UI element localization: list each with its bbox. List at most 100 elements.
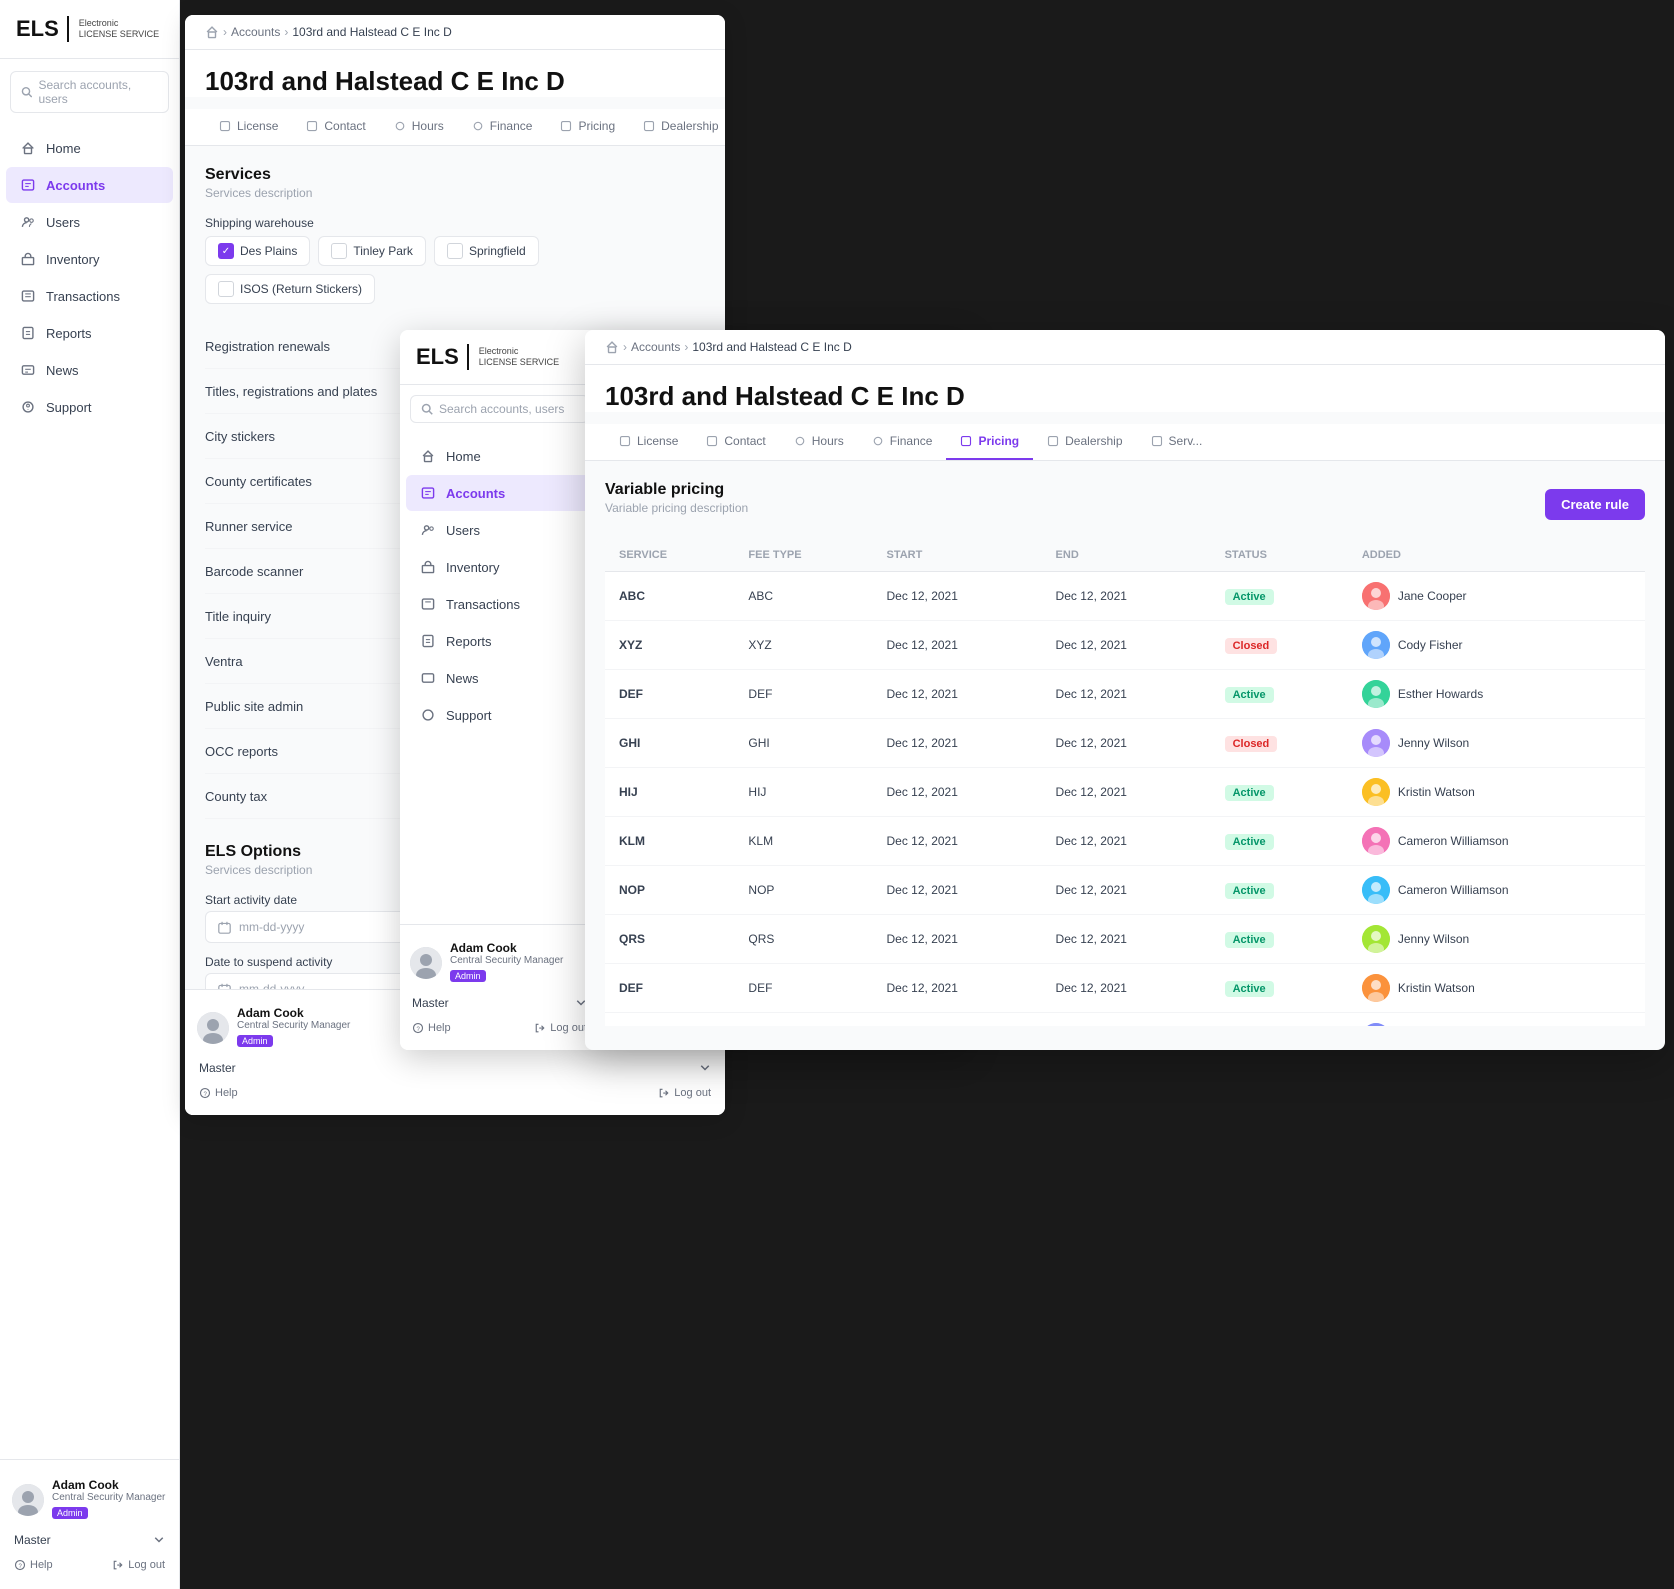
master-label: Master — [14, 1533, 51, 1547]
win2-nav-home[interactable]: Home — [406, 438, 593, 474]
cell-fee-type: HIJ — [734, 768, 872, 817]
tab-contact[interactable]: Contact — [292, 109, 379, 145]
win2-nav-inventory[interactable]: Inventory — [406, 549, 593, 585]
win2-user-role: Central Security Manager — [450, 955, 589, 966]
tab-pricing[interactable]: Pricing — [546, 109, 629, 145]
cell-fee-type: DEF — [734, 964, 872, 1013]
table-row[interactable]: NOP NOP Dec 12, 2021 Dec 12, 2021 Active… — [605, 866, 1645, 915]
win3-tab-contact[interactable]: Contact — [692, 424, 779, 460]
logout-link[interactable]: Log out — [112, 1559, 165, 1571]
home-breadcrumb-icon[interactable] — [205, 25, 219, 39]
table-row[interactable]: DEF DEF Dec 12, 2021 Dec 12, 2021 Active… — [605, 964, 1645, 1013]
added-user-name: Jenny Wilson — [1398, 932, 1469, 946]
tab-finance[interactable]: Finance — [458, 109, 547, 145]
win3-tab-finance[interactable]: Finance — [858, 424, 947, 460]
win3-tab-services[interactable]: Serv... — [1137, 424, 1217, 460]
sidebar-item-accounts[interactable]: Accounts — [6, 167, 173, 203]
tab-license[interactable]: License — [205, 109, 292, 145]
sidebar-item-transactions[interactable]: Transactions — [6, 278, 173, 314]
sidebar-item-news[interactable]: News — [6, 352, 173, 388]
table-row[interactable]: QRS QRS Dec 12, 2021 Dec 12, 2021 Active… — [605, 915, 1645, 964]
win1-master-label: Master — [199, 1061, 236, 1075]
added-user-name: Cameron Williamson — [1398, 834, 1509, 848]
cell-added: Kristin Watson — [1348, 768, 1645, 817]
win2-logout-icon — [534, 1022, 546, 1034]
cell-fee-type: NOP — [734, 866, 872, 915]
win2-help-link[interactable]: ? Help — [412, 1022, 451, 1034]
sidebar-item-label-accounts: Accounts — [46, 178, 105, 193]
sidebar-item-support[interactable]: Support — [6, 389, 173, 425]
sidebar-item-label-home: Home — [46, 141, 81, 156]
win3-tab-license[interactable]: License — [605, 424, 692, 460]
win1-logout-icon — [658, 1087, 670, 1099]
table-row[interactable]: HIJ HIJ Dec 12, 2021 Dec 12, 2021 Active… — [605, 768, 1645, 817]
win1-logout-link[interactable]: Log out — [658, 1087, 711, 1099]
cell-fee-type: DEF — [734, 670, 872, 719]
win3-tab-dealership[interactable]: Dealership — [1033, 424, 1136, 460]
sidebar-item-label-users: Users — [46, 215, 80, 230]
win3-home-icon[interactable] — [605, 340, 619, 354]
checkbox-tinley-park[interactable]: Tinley Park — [318, 236, 426, 266]
win3-tab-pricing[interactable]: Pricing — [946, 424, 1033, 460]
win2-nav-reports[interactable]: Reports — [406, 623, 593, 659]
cell-status: Active — [1211, 915, 1348, 964]
win1-help-link[interactable]: ? Help — [199, 1087, 238, 1099]
win2-nav-news[interactable]: News — [406, 660, 593, 696]
tab-hours[interactable]: Hours — [380, 109, 458, 145]
cell-added: Jane Cooper — [1348, 572, 1645, 621]
cell-added: Jenny Wilson — [1348, 719, 1645, 768]
added-user-name: Jane Cooper — [1398, 589, 1467, 603]
win1-help-icon: ? — [199, 1087, 211, 1099]
win2-nav-users[interactable]: Users — [406, 512, 593, 548]
users-icon — [20, 214, 36, 230]
col-service: SERVICE — [605, 539, 734, 572]
create-rule-button[interactable]: Create rule — [1545, 489, 1645, 520]
search-bar[interactable]: Search accounts, users — [10, 71, 169, 113]
table-row[interactable]: KLM KLM Dec 12, 2021 Dec 12, 2021 Active… — [605, 817, 1645, 866]
expand-icon[interactable] — [153, 1534, 165, 1546]
win1-title-area: 103rd and Halstead C E Inc D — [185, 50, 725, 97]
breadcrumb-accounts[interactable]: Accounts — [231, 25, 280, 39]
pricing-title: Variable pricing — [605, 481, 748, 499]
win2-search[interactable]: Search accounts, users — [410, 395, 589, 423]
cell-service: DEF — [605, 670, 734, 719]
sidebar-item-inventory[interactable]: Inventory — [6, 241, 173, 277]
license-tab-icon — [219, 120, 231, 132]
cell-end: Dec 12, 2021 — [1042, 1013, 1211, 1027]
table-row[interactable]: DEF DEF Dec 12, 2021 Dec 12, 2021 Active… — [605, 670, 1645, 719]
win2-nav-support[interactable]: Support — [406, 697, 593, 733]
sidebar-item-users[interactable]: Users — [6, 204, 173, 240]
checkbox-isos[interactable]: ISOS (Return Stickers) — [205, 274, 375, 304]
cell-service: DEF — [605, 964, 734, 1013]
table-row[interactable]: GHI GHI Dec 12, 2021 Dec 12, 2021 Active… — [605, 1013, 1645, 1027]
help-link[interactable]: ? Help — [14, 1559, 53, 1571]
win2-accounts-icon — [420, 485, 436, 501]
win3-breadcrumb-accounts[interactable]: Accounts — [631, 340, 680, 354]
checkbox-springfield[interactable]: Springfield — [434, 236, 539, 266]
win2-nav-accounts[interactable]: Accounts — [406, 475, 593, 511]
win3-services-icon — [1151, 435, 1163, 447]
cell-status: Active — [1211, 1013, 1348, 1027]
col-added: ADDED — [1348, 539, 1645, 572]
win1-expand-icon[interactable] — [699, 1062, 711, 1074]
sidebar-item-home[interactable]: Home — [6, 130, 173, 166]
win3-tab-hours[interactable]: Hours — [780, 424, 858, 460]
table-row[interactable]: GHI GHI Dec 12, 2021 Dec 12, 2021 Closed… — [605, 719, 1645, 768]
cell-added: Cameron Williamson — [1348, 1013, 1645, 1027]
win2-nav-transactions[interactable]: Transactions — [406, 586, 593, 622]
checkbox-des-plains[interactable]: ✓ Des Plains — [205, 236, 310, 266]
cell-fee-type: QRS — [734, 915, 872, 964]
table-row[interactable]: ABC ABC Dec 12, 2021 Dec 12, 2021 Active… — [605, 572, 1645, 621]
cell-status: Active — [1211, 768, 1348, 817]
user-info: Adam Cook Central Security Manager Admin — [12, 1472, 167, 1527]
table-row[interactable]: XYZ XYZ Dec 12, 2021 Dec 12, 2021 Closed… — [605, 621, 1645, 670]
cell-status: Active — [1211, 817, 1348, 866]
tab-dealership[interactable]: Dealership — [629, 109, 725, 145]
shipping-label: Shipping warehouse — [205, 216, 705, 230]
cell-end: Dec 12, 2021 — [1042, 817, 1211, 866]
win2-logout-link[interactable]: Log out — [534, 1022, 587, 1034]
cell-start: Dec 12, 2021 — [873, 915, 1042, 964]
sidebar-item-reports[interactable]: Reports — [6, 315, 173, 351]
cell-status: Closed — [1211, 719, 1348, 768]
col-start: START — [873, 539, 1042, 572]
